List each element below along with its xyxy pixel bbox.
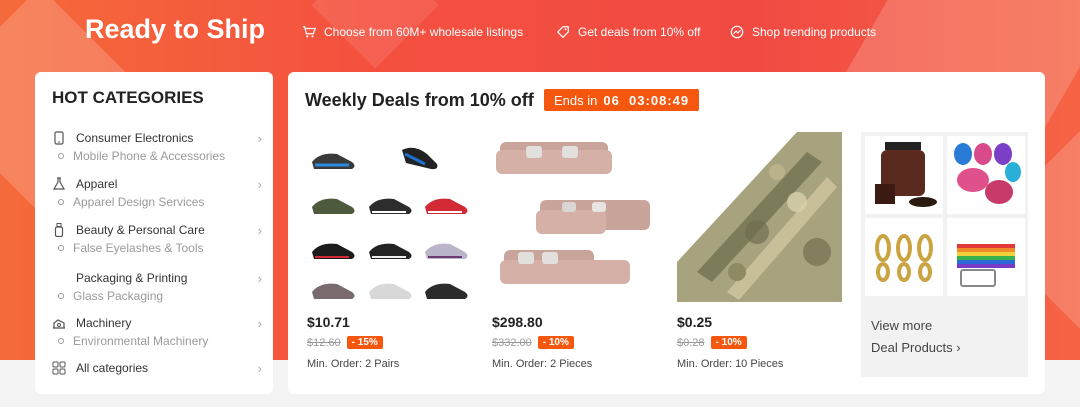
product-image-sofas[interactable] <box>492 132 657 302</box>
subcategory-link[interactable]: Apparel Design Services <box>58 195 262 209</box>
category-name[interactable]: Beauty & Personal Care <box>76 223 205 237</box>
min-order: Min. Order: 2 Pairs <box>307 358 400 370</box>
discount-badge: - 10% <box>537 336 574 349</box>
category-machinery[interactable]: Machinery › Environmental Machinery <box>52 313 262 348</box>
flask-icon <box>52 177 66 191</box>
grid-icon <box>52 361 66 375</box>
chevron-right-icon: › <box>257 270 262 286</box>
thumbnail-clasps <box>865 218 943 296</box>
phone-icon <box>52 131 66 145</box>
weekly-deals-panel: Weekly Deals from 10% off Ends in 06 03:… <box>288 72 1045 394</box>
sneaker-grid <box>312 147 468 299</box>
deals-heading: Weekly Deals from 10% off <box>305 90 534 110</box>
all-categories-link[interactable]: All categories › <box>52 358 262 378</box>
category-beauty[interactable]: Beauty & Personal Care › False Eyelashes… <box>52 220 262 255</box>
chevron-right-icon: › <box>257 222 262 238</box>
subcategory-link[interactable]: False Eyelashes & Tools <box>58 241 262 255</box>
min-order: Min. Order: 10 Pieces <box>677 358 784 370</box>
hot-categories-heading: HOT CATEGORIES <box>52 88 204 107</box>
deal-product-card[interactable]: $298.80 $332.00 - 10% Min. Order: 2 Piec… <box>492 132 657 370</box>
tag-icon <box>556 26 569 39</box>
category-name[interactable]: Packaging & Printing <box>76 271 187 285</box>
product-price: $10.71 <box>307 314 350 330</box>
timer-label: Ends in <box>554 92 598 108</box>
feature-deals: Get deals from 10% off <box>556 25 701 39</box>
product-price: $0.25 <box>677 314 713 330</box>
chevron-right-icon: › <box>257 360 262 376</box>
product-image-camo-fabric[interactable] <box>677 132 842 302</box>
thumbnail-belt <box>947 218 1025 296</box>
bottle-icon <box>52 223 66 237</box>
thumbnail-eggs <box>947 136 1025 214</box>
machine-icon <box>52 316 66 330</box>
trending-icon <box>730 25 744 39</box>
all-categories-label[interactable]: All categories <box>76 361 148 375</box>
thumbnail-jar <box>865 136 943 214</box>
timer-value: 06 03:08:49 <box>603 92 690 108</box>
category-consumer-electronics[interactable]: Consumer Electronics › Mobile Phone & Ac… <box>52 128 262 163</box>
feature-label: Get deals from 10% off <box>578 25 701 39</box>
category-icon-blank <box>52 271 66 285</box>
subcategory-link[interactable]: Environmental Machinery <box>58 334 262 348</box>
deal-product-card[interactable]: $0.25 $0.28 - 10% Min. Order: 10 Pieces <box>677 132 842 370</box>
chevron-right-icon: › <box>257 130 262 146</box>
view-more-label[interactable]: View more <box>871 318 932 333</box>
hot-categories-panel: HOT CATEGORIES Consumer Electronics › Mo… <box>35 72 273 394</box>
feature-label: Choose from 60M+ wholesale listings <box>324 25 524 39</box>
category-packaging[interactable]: Packaging & Printing › Glass Packaging <box>52 268 262 304</box>
chevron-right-icon: › <box>257 315 262 331</box>
original-price: $0.28 <box>677 336 705 349</box>
category-name[interactable]: Apparel <box>76 177 117 191</box>
original-price: $12.60 <box>307 336 341 349</box>
camo-fabric <box>677 132 842 302</box>
countdown-timer: Ends in 06 03:08:49 <box>544 89 700 111</box>
discount-badge: - 15% <box>346 336 383 349</box>
product-image-sneakers[interactable] <box>307 132 472 302</box>
feature-listings: Choose from 60M+ wholesale listings <box>302 25 523 39</box>
product-price: $298.80 <box>492 314 543 330</box>
subcategory-link[interactable]: Glass Packaging <box>58 289 262 303</box>
page-title: Ready to Ship <box>85 14 266 44</box>
deal-product-card[interactable]: $10.71 $12.60 - 15% Min. Order: 2 Pairs <box>307 132 472 370</box>
sofa-set <box>496 142 650 284</box>
feature-trending: Shop trending products <box>730 25 876 39</box>
chevron-right-icon: › <box>257 176 262 192</box>
deal-products-link[interactable]: Deal Products › <box>871 340 961 355</box>
subcategory-link[interactable]: Mobile Phone & Accessories <box>58 149 262 163</box>
category-apparel[interactable]: Apparel › Apparel Design Services <box>52 174 262 209</box>
category-name[interactable]: Consumer Electronics <box>76 131 193 145</box>
discount-badge: - 10% <box>710 336 747 349</box>
cart-icon <box>302 26 316 38</box>
category-name[interactable]: Machinery <box>76 316 131 330</box>
view-more-card[interactable]: View more Deal Products › <box>861 132 1028 377</box>
min-order: Min. Order: 2 Pieces <box>492 358 593 370</box>
feature-label: Shop trending products <box>752 25 877 39</box>
original-price: $332.00 <box>492 336 532 349</box>
